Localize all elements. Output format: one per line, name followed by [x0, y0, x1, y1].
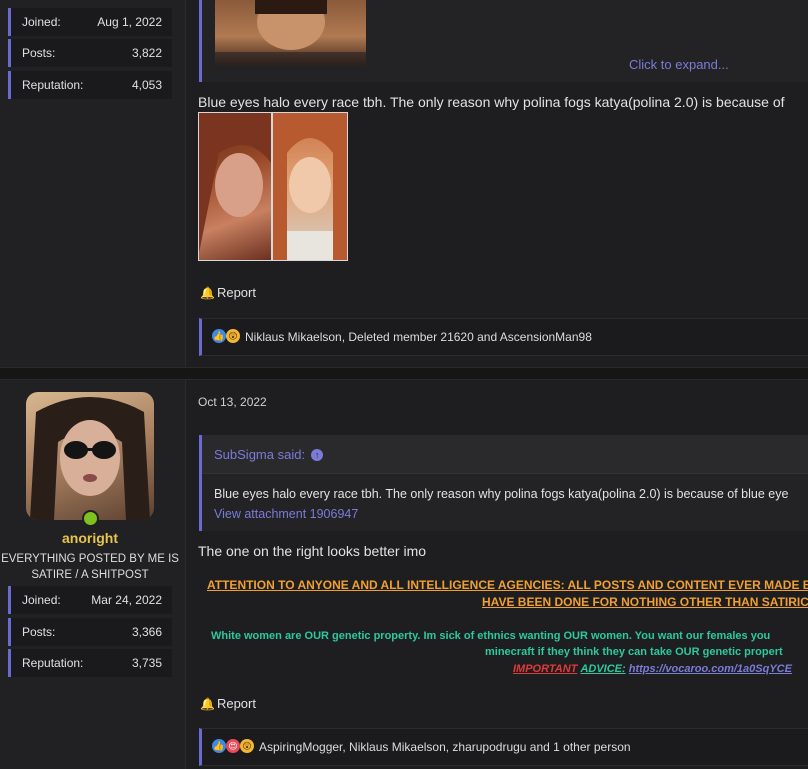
report-button[interactable]: 🔔 Report	[200, 696, 256, 711]
quote-block: Click to expand...	[199, 0, 808, 82]
click-to-expand-link[interactable]: Click to expand...	[629, 57, 729, 72]
stat-value: Aug 1, 2022	[97, 15, 162, 29]
signature-line-4: minecraft if they think they can take OU…	[485, 646, 783, 658]
quote-author-link[interactable]: SubSigma said: ↑	[214, 447, 324, 462]
bell-icon: 🔔	[200, 286, 215, 300]
signature-important: IMPORTANT	[513, 663, 578, 675]
quote-author: SubSigma said:	[214, 447, 306, 462]
wow-reaction-icon: 😲	[226, 329, 240, 343]
stat-value: 3,735	[131, 656, 162, 670]
stat-label: Posts:	[22, 46, 56, 60]
post-1: Joined: Aug 1, 2022 Posts: 3,822 Reputat…	[0, 0, 808, 367]
report-button[interactable]: 🔔 Report	[200, 285, 256, 300]
report-label: Report	[216, 696, 256, 711]
attached-image-2-art	[273, 113, 347, 260]
quote-block: SubSigma said: ↑ Blue eyes halo every rac…	[199, 435, 808, 531]
stat-label: Reputation:	[22, 656, 84, 670]
signature-link[interactable]: https://vocaroo.com/1a0SqYCE	[629, 663, 792, 675]
signature-line-2: HAVE BEEN DONE FOR NOTHING OTHER THAN SA…	[482, 595, 808, 609]
online-status-indicator	[82, 510, 99, 527]
stat-label: Joined:	[22, 593, 61, 607]
avatar[interactable]	[26, 392, 154, 520]
username[interactable]: anoright	[0, 530, 180, 546]
stat-posts: Posts: 3,822	[8, 39, 172, 67]
stat-reputation: Reputation: 4,053	[8, 71, 172, 99]
reactions-list[interactable]: AspiringMogger, Niklaus Mikaelson, zharu…	[259, 740, 631, 754]
post-2: anoright EVERYTHING POSTED BY ME IS SATI…	[0, 380, 808, 769]
stat-posts: Posts: 3,366	[8, 618, 172, 646]
quoted-image-art	[215, 0, 366, 66]
view-attachment-link[interactable]: View attachment 1906947	[214, 507, 358, 521]
reactions-list[interactable]: Niklaus Mikaelson, Deleted member 21620 …	[245, 330, 592, 344]
like-reaction-icon: 👍	[212, 739, 226, 753]
signature-line-5: IMPORTANT ADVICE: https://vocaroo.com/1a…	[513, 663, 792, 675]
user-pane: anoright EVERYTHING POSTED BY ME IS SATI…	[0, 380, 186, 769]
stat-value: Mar 24, 2022	[91, 593, 162, 607]
signature-advice: ADVICE:	[580, 663, 626, 675]
stat-value: 4,053	[131, 78, 162, 92]
reactions-bar[interactable]: 👍 😍 😲 AspiringMogger, Niklaus Mikaelson,…	[199, 728, 808, 766]
signature-line-1: ATTENTION TO ANYONE AND ALL INTELLIGENCE…	[207, 578, 808, 592]
stat-value: 3,366	[131, 625, 162, 639]
user-title: EVERYTHING POSTED BY ME IS SATIRE / A SH…	[1, 553, 179, 581]
quoted-image[interactable]	[215, 0, 366, 66]
message-text: Blue eyes halo every race tbh. The only …	[198, 94, 785, 110]
stat-joined: Joined: Aug 1, 2022	[8, 8, 172, 36]
love-reaction-icon: 😍	[226, 739, 240, 753]
bell-icon: 🔔	[200, 697, 215, 711]
stat-reputation: Reputation: 3,735	[8, 649, 172, 677]
stat-joined: Joined: Mar 24, 2022	[8, 586, 172, 614]
stat-label: Posts:	[22, 625, 56, 639]
user-pane: Joined: Aug 1, 2022 Posts: 3,822 Reputat…	[0, 0, 186, 367]
stat-label: Joined:	[22, 15, 61, 29]
quote-header: SubSigma said: ↑	[202, 435, 808, 474]
avatar-art	[30, 397, 150, 520]
stat-label: Reputation:	[22, 78, 84, 92]
stat-value: 3,822	[131, 46, 162, 60]
message-text: The one on the right looks better imo	[198, 543, 427, 559]
arrow-up-icon[interactable]: ↑	[311, 449, 324, 461]
wow-reaction-icon: 😲	[240, 739, 254, 753]
post-date[interactable]: Oct 13, 2022	[198, 395, 267, 409]
post-separator	[0, 367, 808, 380]
quote-text: Blue eyes halo every race tbh. The only …	[214, 487, 789, 501]
like-reaction-icon: 👍	[212, 329, 226, 343]
attached-image-1[interactable]	[198, 112, 272, 261]
post-main: Click to expand... Blue eyes halo every …	[186, 0, 808, 367]
reactions-bar[interactable]: 👍 😲 Niklaus Mikaelson, Deleted member 21…	[199, 318, 808, 356]
report-label: Report	[216, 285, 256, 300]
attached-image-2[interactable]	[272, 112, 348, 261]
signature-line-3: White women are OUR genetic property. Im…	[211, 630, 771, 642]
attached-image-1-art	[199, 113, 271, 253]
post-main: Oct 13, 2022 SubSigma said: ↑ Blue eyes h…	[186, 380, 808, 769]
